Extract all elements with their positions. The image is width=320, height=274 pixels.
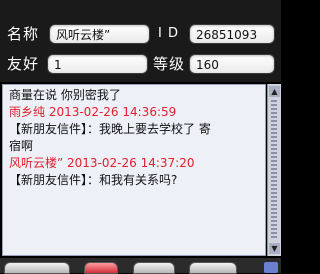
- name-label: 名称: [7, 25, 40, 43]
- level-field[interactable]: 160: [189, 54, 275, 74]
- chat-log[interactable]: 商量在说 你别密我了 雨乡纯 2013-02-26 14:36:59 【新朋友信…: [2, 84, 266, 256]
- id-field[interactable]: 26851093: [189, 24, 275, 44]
- friendship-label: 友好: [7, 55, 40, 73]
- chat-message-header: 雨乡纯 2013-02-26 14:36:59: [9, 105, 177, 119]
- arrow-up-icon[interactable]: ▲: [269, 86, 280, 97]
- chat-message-header: 风听云楼” 2013-02-26 14:37:20: [9, 156, 195, 170]
- chat-line: 【新朋友信件】：和我有关系吗?: [9, 173, 178, 187]
- arrow-down-icon[interactable]: ▼: [269, 243, 280, 254]
- bottom-button-4[interactable]: [189, 262, 237, 274]
- chat-line: 宿啊: [9, 139, 34, 153]
- chat-line: 【新朋友信件】：我晚上要去学校了 寄: [9, 122, 211, 136]
- corner-icon[interactable]: [264, 262, 278, 273]
- scroll-track[interactable]: [271, 100, 277, 240]
- bottom-button-1[interactable]: [4, 262, 70, 274]
- friendship-field[interactable]: 1: [47, 54, 148, 74]
- chat-scrollbar[interactable]: ▲ ▼: [267, 84, 281, 256]
- chat-line: 商量在说 你别密我了: [9, 88, 121, 102]
- id-label: I D: [158, 26, 179, 41]
- level-label: 等级: [153, 55, 186, 73]
- name-field[interactable]: 风听云楼”: [49, 24, 150, 44]
- bottom-button-3[interactable]: [133, 262, 175, 274]
- bottom-button-2[interactable]: [84, 262, 118, 274]
